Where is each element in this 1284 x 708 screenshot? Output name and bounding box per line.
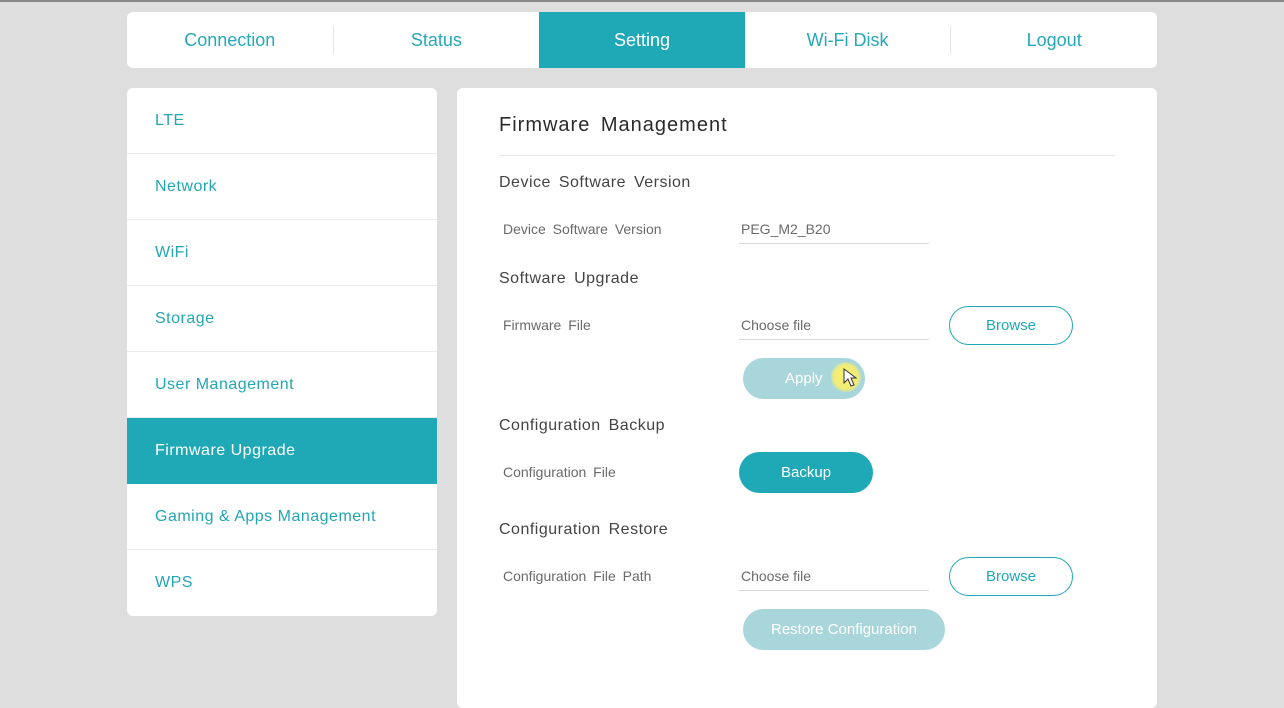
section-device-version-heading: Device Software Version bbox=[499, 174, 1115, 192]
section-software-upgrade-heading: Software Upgrade bbox=[499, 270, 1115, 288]
label-config-path: Configuration File Path bbox=[499, 568, 739, 584]
input-firmware-file[interactable]: Choose file bbox=[739, 311, 929, 340]
label-config-file: Configuration File bbox=[499, 464, 739, 480]
restore-configuration-button[interactable]: Restore Configuration bbox=[743, 609, 945, 650]
sidebar: LTE Network WiFi Storage User Management… bbox=[127, 88, 437, 616]
sidebar-item-lte[interactable]: LTE bbox=[127, 88, 437, 154]
input-config-path[interactable]: Choose file bbox=[739, 562, 929, 591]
browse-config-button[interactable]: Browse bbox=[949, 557, 1073, 596]
section-config-backup-heading: Configuration Backup bbox=[499, 417, 1115, 435]
apply-button[interactable]: Apply bbox=[743, 358, 865, 399]
value-device-version: PEG_M2_B20 bbox=[739, 215, 929, 244]
nav-connection[interactable]: Connection bbox=[127, 12, 333, 68]
sidebar-item-gaming-apps[interactable]: Gaming & Apps Management bbox=[127, 484, 437, 550]
nav-status[interactable]: Status bbox=[334, 12, 540, 68]
main-panel: Firmware Management Device Software Vers… bbox=[457, 88, 1157, 708]
sidebar-item-wifi[interactable]: WiFi bbox=[127, 220, 437, 286]
content-wrap: LTE Network WiFi Storage User Management… bbox=[127, 88, 1157, 708]
sidebar-item-user-management[interactable]: User Management bbox=[127, 352, 437, 418]
nav-logout[interactable]: Logout bbox=[951, 12, 1157, 68]
page: Connection Status Setting Wi-Fi Disk Log… bbox=[0, 0, 1284, 643]
restore-row: Restore Configuration bbox=[499, 609, 1115, 650]
page-title: Firmware Management bbox=[499, 114, 1115, 155]
sidebar-item-wps[interactable]: WPS bbox=[127, 550, 437, 616]
backup-button[interactable]: Backup bbox=[739, 452, 873, 493]
apply-row: Apply bbox=[499, 358, 1115, 399]
row-firmware-file: Firmware File Choose file Browse bbox=[499, 302, 1115, 348]
label-firmware-file: Firmware File bbox=[499, 317, 739, 333]
label-device-version: Device Software Version bbox=[499, 221, 739, 237]
top-nav: Connection Status Setting Wi-Fi Disk Log… bbox=[127, 12, 1157, 68]
sidebar-item-storage[interactable]: Storage bbox=[127, 286, 437, 352]
nav-setting[interactable]: Setting bbox=[539, 12, 745, 68]
sidebar-item-network[interactable]: Network bbox=[127, 154, 437, 220]
row-device-version: Device Software Version PEG_M2_B20 bbox=[499, 206, 1115, 252]
sidebar-item-firmware-upgrade[interactable]: Firmware Upgrade bbox=[127, 418, 437, 484]
browse-firmware-button[interactable]: Browse bbox=[949, 306, 1073, 345]
row-config-path: Configuration File Path Choose file Brow… bbox=[499, 553, 1115, 599]
row-config-file: Configuration File Backup bbox=[499, 449, 1115, 495]
section-config-restore-heading: Configuration Restore bbox=[499, 521, 1115, 539]
divider bbox=[499, 155, 1115, 156]
nav-wifi-disk[interactable]: Wi-Fi Disk bbox=[745, 12, 951, 68]
